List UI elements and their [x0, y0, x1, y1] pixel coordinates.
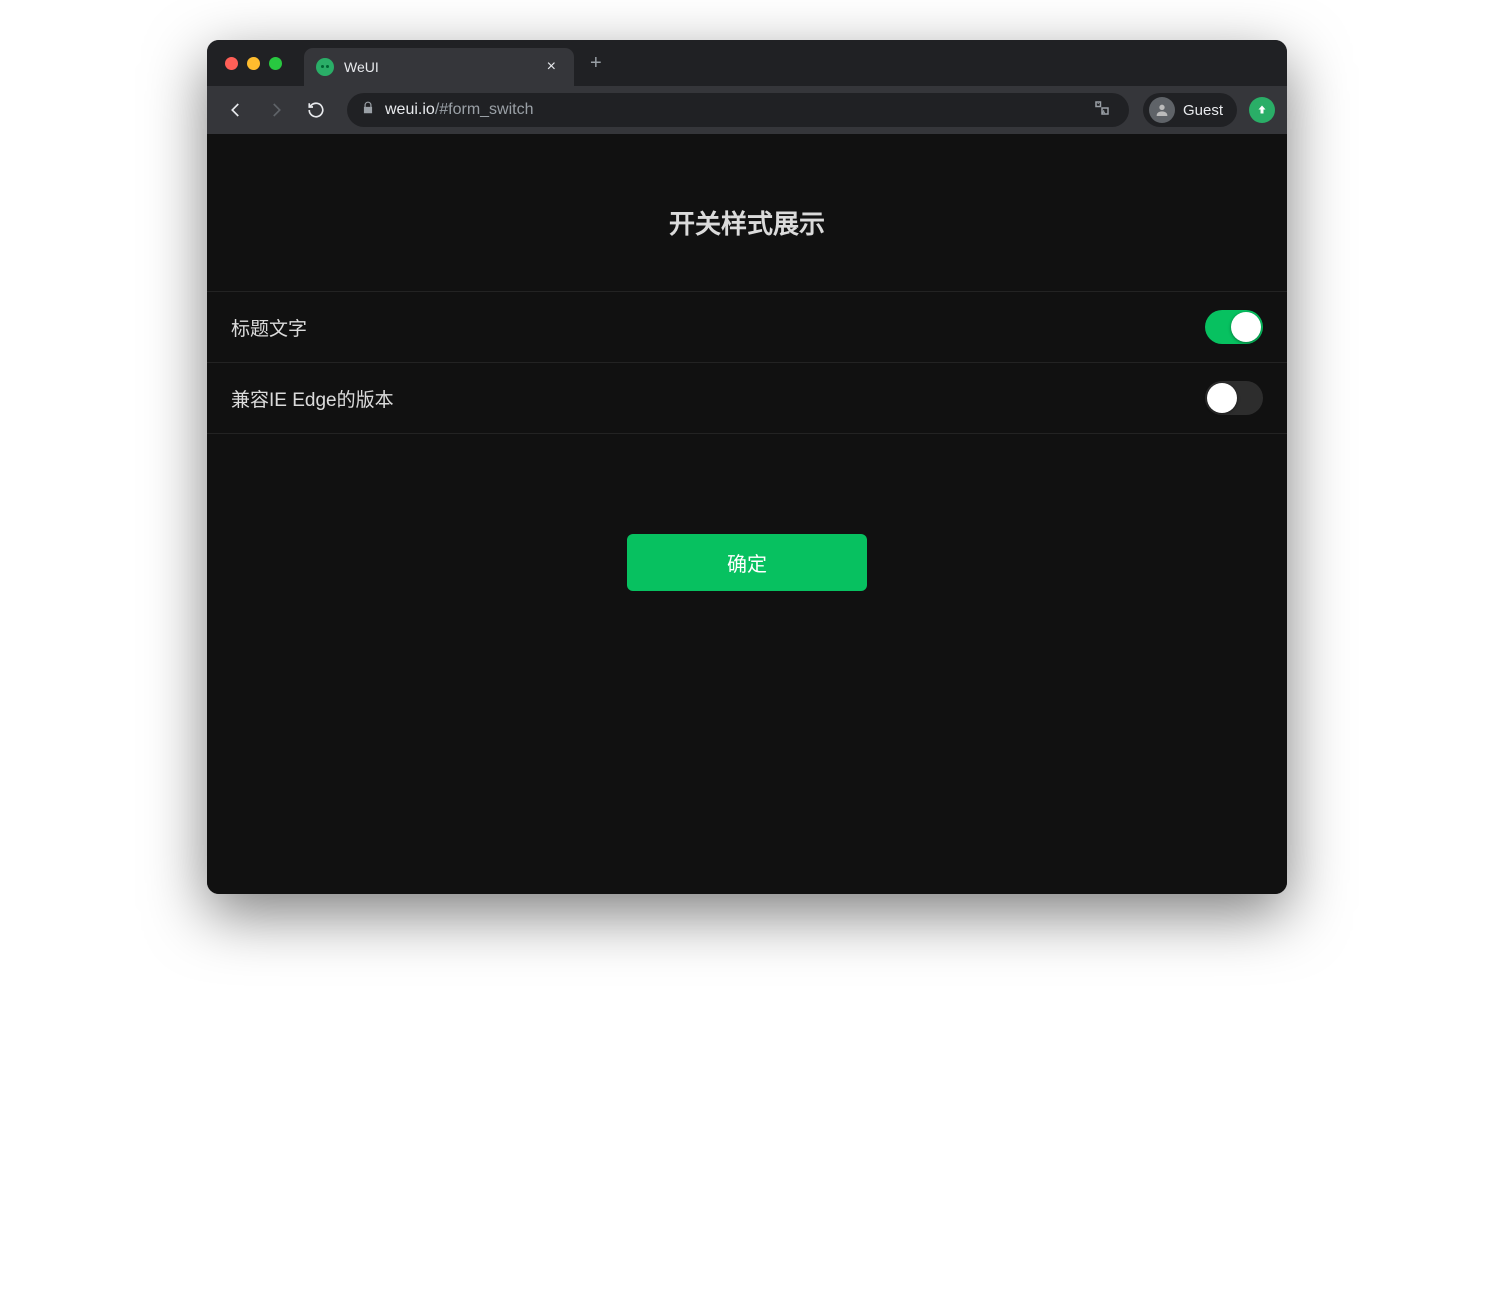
browser-window: WeUI × + weui.io/#form_switch	[207, 40, 1287, 894]
page-header: 开关样式展示	[207, 134, 1287, 291]
switch-toggle[interactable]	[1205, 381, 1263, 415]
update-indicator-icon[interactable]	[1249, 97, 1275, 123]
profile-label: Guest	[1183, 102, 1223, 119]
lock-icon	[361, 101, 375, 120]
cell-label: 兼容IE Edge的版本	[231, 385, 394, 412]
wechat-icon	[316, 58, 334, 76]
minimize-window-button[interactable]	[247, 57, 260, 70]
switch-knob	[1207, 383, 1237, 413]
tab-title: WeUI	[344, 59, 531, 75]
page-viewport: 开关样式展示 标题文字 兼容IE Edge的版本 确定	[207, 134, 1287, 894]
url-path: /#form_switch	[435, 101, 534, 118]
maximize-window-button[interactable]	[269, 57, 282, 70]
avatar-icon	[1149, 97, 1175, 123]
close-tab-icon[interactable]: ×	[541, 58, 562, 76]
forward-button[interactable]	[259, 93, 293, 127]
profile-chip[interactable]: Guest	[1143, 93, 1237, 127]
page-title: 开关样式展示	[227, 204, 1267, 241]
back-button[interactable]	[219, 93, 253, 127]
window-controls	[225, 57, 282, 70]
switch-knob	[1231, 312, 1261, 342]
confirm-button[interactable]: 确定	[627, 534, 867, 591]
button-area: 确定	[207, 434, 1287, 631]
new-tab-button[interactable]: +	[574, 52, 618, 75]
address-bar[interactable]: weui.io/#form_switch	[347, 93, 1129, 127]
close-window-button[interactable]	[225, 57, 238, 70]
switch-toggle[interactable]	[1205, 310, 1263, 344]
form-cells: 标题文字 兼容IE Edge的版本	[207, 291, 1287, 434]
switch-cell: 标题文字	[207, 292, 1287, 363]
titlebar: WeUI × +	[207, 40, 1287, 86]
reload-button[interactable]	[299, 93, 333, 127]
browser-toolbar: weui.io/#form_switch Guest	[207, 86, 1287, 134]
cell-label: 标题文字	[231, 314, 307, 341]
url-host: weui.io	[385, 101, 435, 118]
url-text: weui.io/#form_switch	[385, 101, 534, 119]
switch-cell: 兼容IE Edge的版本	[207, 363, 1287, 434]
translate-icon[interactable]	[1089, 99, 1115, 122]
browser-tab[interactable]: WeUI ×	[304, 48, 574, 86]
